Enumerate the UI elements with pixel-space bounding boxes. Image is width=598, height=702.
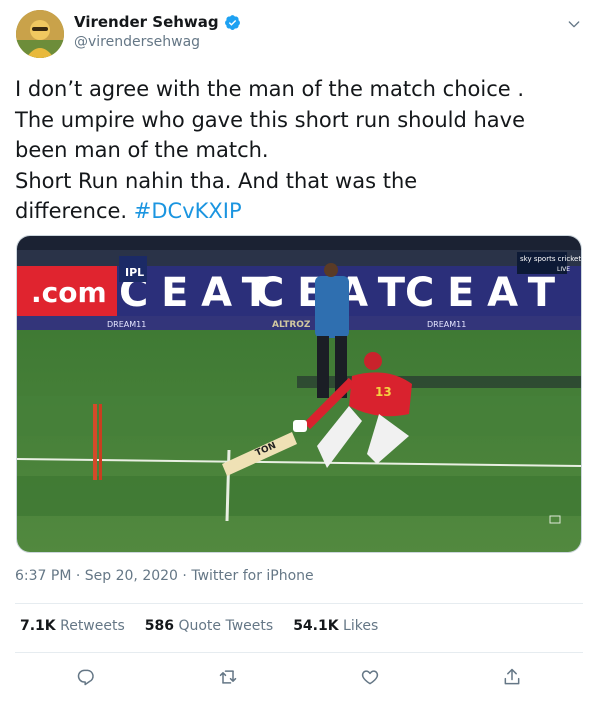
chevron-down-icon[interactable] — [566, 16, 582, 32]
name-row: Virender Sehwag — [74, 13, 241, 31]
tweet-media[interactable]: .com CEAT CEAT CEAT IPL sky sports crick… — [16, 235, 582, 553]
share-icon — [504, 668, 520, 685]
tweet-date[interactable]: Sep 20, 2020 — [85, 568, 178, 584]
strip-board-text: ALTROZ — [272, 320, 311, 330]
jersey-number: 13 — [375, 385, 392, 399]
quotes-label: Quote Tweets — [178, 618, 274, 634]
like-icon — [361, 670, 379, 685]
strip-dream11: DREAM11 — [107, 320, 146, 329]
verified-badge-icon — [224, 14, 240, 30]
reply-icon — [77, 669, 94, 686]
tweet-body: I don’t agree with the man of the match … — [15, 77, 525, 223]
likes-label: Likes — [343, 618, 379, 634]
meta-separator: · — [71, 568, 85, 584]
retweets-label: Retweets — [60, 618, 125, 634]
tweet-time[interactable]: 6:37 PM — [15, 568, 71, 584]
avatar[interactable] — [16, 10, 64, 58]
likes-stat[interactable]: 54.1K Likes — [293, 618, 378, 634]
tweet-text: I don’t agree with the man of the match … — [15, 74, 585, 227]
tweet-header: Virender Sehwag @virendersehwag — [16, 10, 582, 62]
retweet-icon — [219, 670, 237, 684]
broadcaster-tag: LIVE — [557, 266, 570, 273]
display-name[interactable]: Virender Sehwag — [74, 13, 219, 31]
retweets-count: 7.1K — [20, 618, 56, 634]
ipl-logo-text: IPL — [125, 266, 144, 279]
quotes-count: 586 — [144, 618, 175, 634]
cricket-photo: .com CEAT CEAT CEAT IPL sky sports crick… — [17, 236, 581, 552]
quote-tweets-stat[interactable]: 586 Quote Tweets — [145, 618, 273, 634]
likes-count: 54.1K — [293, 618, 339, 634]
broadcaster-text: sky sports cricket — [520, 255, 581, 263]
action-bar — [15, 664, 583, 692]
like-button[interactable] — [357, 664, 383, 690]
divider-top — [15, 603, 583, 604]
avatar-image — [16, 10, 64, 58]
tweet-meta: 6:37 PM · Sep 20, 2020 · Twitter for iPh… — [15, 568, 314, 584]
meta-separator-2: · — [177, 568, 192, 584]
reply-button[interactable] — [73, 664, 99, 690]
banner-com-text: .com — [31, 276, 107, 309]
strip-dream11-2: DREAM11 — [427, 320, 466, 329]
tweet-stats: 7.1K Retweets 586 Quote Tweets 54.1K Lik… — [20, 618, 378, 634]
divider-bottom — [15, 652, 583, 653]
retweets-stat[interactable]: 7.1K Retweets — [20, 618, 125, 634]
tweet-source[interactable]: Twitter for iPhone — [191, 568, 313, 584]
hashtag-link[interactable]: #DCvKXIP — [134, 199, 242, 223]
retweet-button[interactable] — [215, 664, 241, 690]
share-button[interactable] — [499, 664, 525, 690]
user-handle[interactable]: @virendersehwag — [74, 34, 200, 50]
